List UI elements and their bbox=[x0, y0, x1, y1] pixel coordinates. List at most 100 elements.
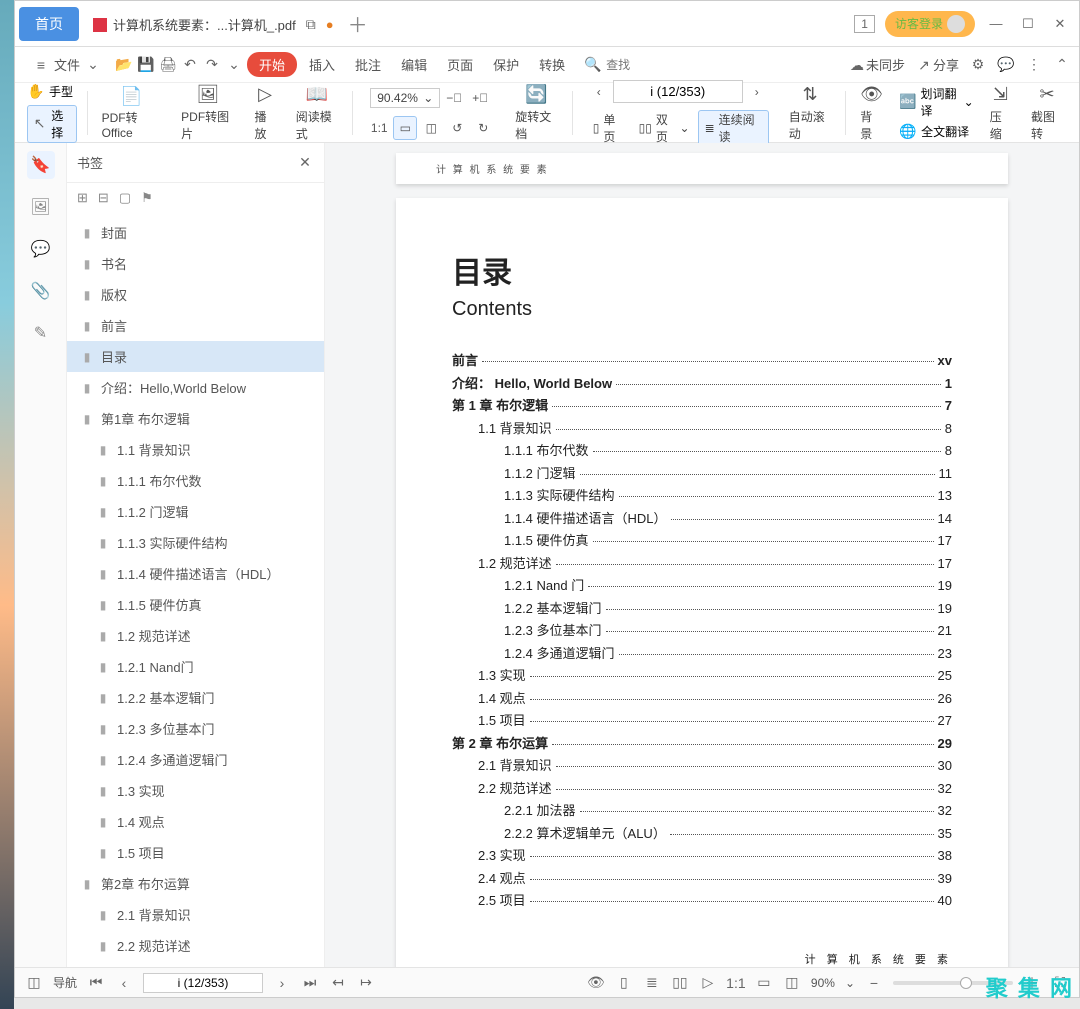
search-box[interactable]: 🔍 bbox=[577, 53, 844, 77]
back-view-icon[interactable]: ↤ bbox=[329, 974, 347, 992]
menu-annotate[interactable]: 批注 bbox=[347, 51, 389, 78]
bookmark-item[interactable]: ▮2.1 背景知识 bbox=[67, 899, 324, 930]
bookmark-item[interactable]: ▮版权 bbox=[67, 279, 324, 310]
background[interactable]: 👁背景 bbox=[850, 84, 893, 142]
notification-badge[interactable]: 1 bbox=[854, 15, 875, 33]
nav-label[interactable]: 导航 bbox=[53, 974, 77, 991]
tool-hand[interactable]: ✋手型 bbox=[27, 83, 77, 101]
full-translate[interactable]: 🌐全文翻译 bbox=[899, 123, 974, 141]
bookmark-item[interactable]: ▮介绍：Hello,World Below bbox=[67, 372, 324, 403]
tab-add-button[interactable]: ＋ bbox=[344, 10, 372, 38]
status-double-icon[interactable]: ▯▯ bbox=[671, 974, 689, 992]
feedback-icon[interactable]: 💬 bbox=[997, 56, 1015, 74]
status-fitpage-icon[interactable]: ◫ bbox=[783, 974, 801, 992]
status-single-icon[interactable]: ▯ bbox=[615, 974, 633, 992]
bookmark-item[interactable]: ▮2.2 规范详述 bbox=[67, 930, 324, 961]
page-number-input[interactable] bbox=[613, 80, 743, 103]
zoom-in-icon[interactable]: +⃝ bbox=[468, 86, 492, 110]
screenshot[interactable]: ✂截图转 bbox=[1021, 84, 1073, 142]
bookmark-item[interactable]: ▮1.1 背景知识 bbox=[67, 434, 324, 465]
tab-close-dot[interactable]: ● bbox=[326, 17, 334, 32]
rail-attachments-icon[interactable]: 📎 bbox=[27, 277, 55, 305]
rail-bookmarks-icon[interactable]: 🔖 bbox=[27, 151, 55, 179]
menu-pages[interactable]: 页面 bbox=[439, 51, 481, 78]
history-dropdown-icon[interactable]: ⌄ bbox=[225, 56, 243, 74]
file-menu[interactable]: ≡ 文件 ⌄ bbox=[23, 50, 111, 79]
menu-protect[interactable]: 保护 bbox=[485, 51, 527, 78]
bookmark-item[interactable]: ▮目录 bbox=[67, 341, 324, 372]
marquee-zoom-icon[interactable]: ◫ bbox=[419, 116, 443, 140]
collapse-ribbon-icon[interactable]: ⌃ bbox=[1053, 56, 1071, 74]
search-input[interactable] bbox=[606, 58, 726, 72]
more-icon[interactable]: ⋮ bbox=[1025, 56, 1043, 74]
window-maximize[interactable]: ☐ bbox=[1017, 16, 1039, 32]
tab-document[interactable]: 计算机系统要素：...计算机_.pdf ⧉ ● bbox=[83, 7, 344, 41]
view-single[interactable]: ▯单页 bbox=[587, 111, 631, 145]
panel-close-icon[interactable]: ✕ bbox=[296, 154, 314, 172]
login-button[interactable]: 访客登录 bbox=[885, 11, 975, 37]
word-translate[interactable]: 🔤划词翻译⌄ bbox=[899, 85, 974, 119]
bm-collapse-icon[interactable]: ⊟ bbox=[98, 190, 109, 206]
bookmark-item[interactable]: ▮第2章 布尔运算 bbox=[67, 868, 324, 899]
page-prev-icon[interactable]: ‹ bbox=[587, 80, 611, 104]
bm-flag-icon[interactable]: ⚑ bbox=[141, 190, 153, 206]
save-icon[interactable]: 💾 bbox=[137, 56, 155, 74]
bookmark-item[interactable]: ▮1.2 规范详述 bbox=[67, 620, 324, 651]
undo-icon[interactable]: ↶ bbox=[181, 56, 199, 74]
fit-11-icon[interactable]: 1:1 bbox=[367, 116, 391, 140]
first-page-icon[interactable]: ⏮ bbox=[87, 974, 105, 992]
settings-icon[interactable]: ⚙ bbox=[969, 56, 987, 74]
bookmark-item[interactable]: ▮第1章 布尔逻辑 bbox=[67, 403, 324, 434]
fit-width-icon[interactable]: ▭ bbox=[393, 116, 417, 140]
bookmark-item[interactable]: ▮1.1.3 实际硬件结构 bbox=[67, 527, 324, 558]
next-page-icon[interactable]: › bbox=[273, 974, 291, 992]
page-next-icon[interactable]: › bbox=[745, 80, 769, 104]
share-button[interactable]: ↗分享 bbox=[915, 55, 959, 75]
rail-comments-icon[interactable]: 💬 bbox=[27, 235, 55, 263]
status-continuous-icon[interactable]: ≣ bbox=[643, 974, 661, 992]
sync-status[interactable]: ☁未同步 bbox=[848, 55, 905, 75]
page-viewport[interactable]: 计 算 机 系 统 要 素 目录 Contents 前言xv介绍： Hello,… bbox=[325, 143, 1079, 967]
menu-convert[interactable]: 转换 bbox=[531, 51, 573, 78]
status-fit11-icon[interactable]: 1:1 bbox=[727, 974, 745, 992]
window-close[interactable]: ✕ bbox=[1049, 16, 1071, 32]
auto-scroll[interactable]: ⇅自动滚动 bbox=[779, 84, 842, 142]
menu-start[interactable]: 开始 bbox=[247, 52, 297, 77]
bookmark-item[interactable]: ▮1.1.1 布尔代数 bbox=[67, 465, 324, 496]
menu-edit[interactable]: 编辑 bbox=[393, 51, 435, 78]
rail-thumbnails-icon[interactable]: 🖼 bbox=[27, 193, 55, 221]
bm-add-icon[interactable]: ▢ bbox=[119, 190, 131, 206]
status-fitw-icon[interactable]: ▭ bbox=[755, 974, 773, 992]
bookmark-item[interactable]: ▮1.2.1 Nand门 bbox=[67, 651, 324, 682]
fullscreen-icon[interactable]: ⛶ bbox=[1051, 974, 1069, 992]
rotate-ccw-icon[interactable]: ↺ bbox=[445, 116, 469, 140]
tab-popout-icon[interactable]: ⧉ bbox=[302, 16, 320, 34]
bookmarks-tree[interactable]: ▮封面▮书名▮版权▮前言▮目录▮介绍：Hello,World Below▮第1章… bbox=[67, 213, 324, 967]
bookmark-item[interactable]: ▮书名 bbox=[67, 248, 324, 279]
rotate-doc[interactable]: 🔄旋转文档 bbox=[505, 84, 568, 142]
pdf-to-office[interactable]: 📄PDF转Office bbox=[92, 85, 172, 140]
window-minimize[interactable]: — bbox=[985, 16, 1007, 31]
zoom-dropdown-icon[interactable]: ⌄ bbox=[845, 976, 855, 990]
bookmark-item[interactable]: ▮封面 bbox=[67, 217, 324, 248]
read-mode[interactable]: 📖阅读模式 bbox=[286, 84, 349, 142]
status-play-icon[interactable]: ▷ bbox=[699, 974, 717, 992]
bookmark-item[interactable]: ▮1.1.4 硬件描述语言（HDL） bbox=[67, 558, 324, 589]
redo-icon[interactable]: ↷ bbox=[203, 56, 221, 74]
last-page-icon[interactable]: ⏭ bbox=[301, 974, 319, 992]
pdf-to-image[interactable]: 🖼PDF转图片 bbox=[171, 84, 244, 142]
rotate-cw-icon[interactable]: ↻ bbox=[471, 116, 495, 140]
bookmark-item[interactable]: ▮1.3 实现 bbox=[67, 775, 324, 806]
zoom-select[interactable]: 90.42%⌄ bbox=[370, 88, 440, 108]
play-button[interactable]: ▷播放 bbox=[244, 84, 285, 142]
tool-select[interactable]: ↖选择 bbox=[27, 105, 77, 143]
open-file-icon[interactable]: 📂 bbox=[115, 56, 133, 74]
print-icon[interactable]: 🖨 bbox=[159, 56, 177, 74]
bm-expand-icon[interactable]: ⊞ bbox=[77, 190, 88, 206]
menu-insert[interactable]: 插入 bbox=[301, 51, 343, 78]
bookmark-item[interactable]: ▮1.2.3 多位基本门 bbox=[67, 713, 324, 744]
nav-icon[interactable]: ◫ bbox=[25, 974, 43, 992]
zoom-slider[interactable] bbox=[893, 981, 1013, 985]
bookmark-item[interactable]: ▮1.1.2 门逻辑 bbox=[67, 496, 324, 527]
zoom-out-icon[interactable]: −⃝ bbox=[442, 86, 466, 110]
